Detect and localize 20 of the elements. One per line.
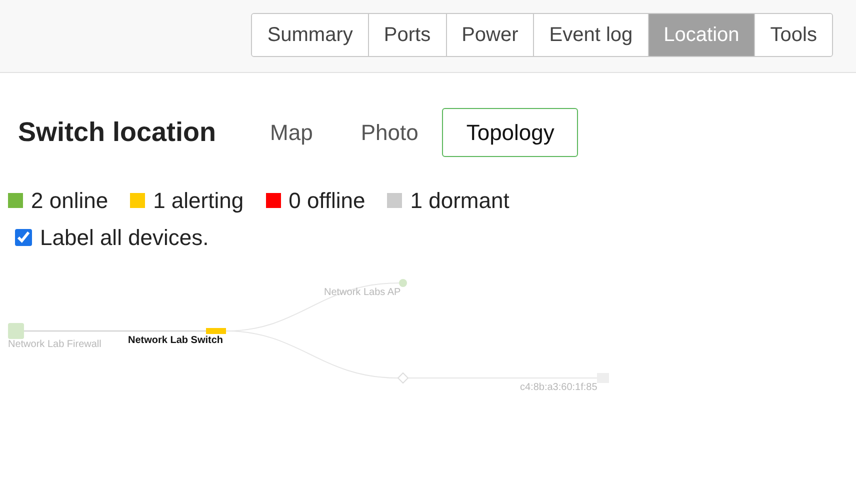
device-node[interactable] (597, 373, 609, 383)
node-label: Network Labs AP (324, 287, 401, 298)
switch-node[interactable] (206, 328, 226, 334)
nav-tab[interactable]: Tools (754, 14, 832, 56)
node-label: Network Lab Firewall (8, 339, 102, 350)
label-checkbox[interactable] (15, 229, 32, 246)
firewall-node[interactable] (8, 323, 24, 339)
view-tab[interactable]: Photo (336, 108, 442, 157)
legend-label: 1 dormant (410, 187, 510, 215)
legend-label: 2 online (31, 187, 108, 215)
access-point-node[interactable] (399, 279, 407, 287)
legend-label: 1 alerting (153, 187, 244, 215)
view-tab[interactable]: Map (246, 108, 337, 157)
legend-label: 0 offline (288, 187, 366, 215)
checkbox-label: Label all devices. (40, 224, 209, 252)
page-title: Switch location (18, 116, 216, 150)
view-tab[interactable]: Topology (442, 108, 578, 157)
diamond-node[interactable] (397, 372, 409, 384)
node-label: Network Lab Switch (128, 335, 224, 346)
node-label: c4:8b:a3:60:1f:85 (520, 382, 598, 393)
